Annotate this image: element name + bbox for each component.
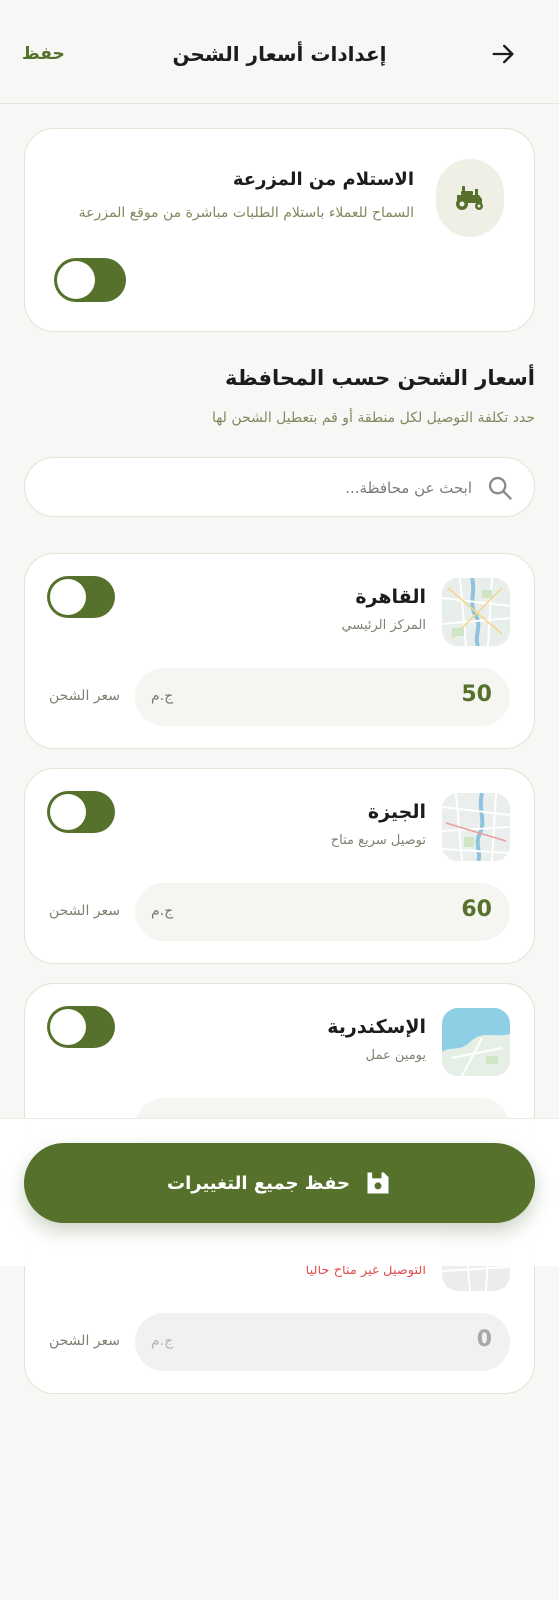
governorate-card-giza: الجيزة توصيل سريع متاح 60 ج.م سعر الشحن <box>24 768 535 964</box>
governorate-card-cairo: القاهرة المركز الرئيسي 50 ج.م سعر الشحن <box>24 553 535 749</box>
search-icon <box>488 476 512 500</box>
map-image <box>442 793 510 861</box>
farm-pickup-description: السماح للعملاء باستلام الطلبات مباشرة من… <box>78 205 414 221</box>
map-thumbnail <box>442 1008 510 1076</box>
farm-pickup-toggle[interactable] <box>54 258 126 302</box>
governorate-subtitle: المركز الرئيسي <box>341 618 426 633</box>
save-button[interactable]: حفظ <box>22 44 65 64</box>
map-image <box>442 1008 510 1076</box>
save-all-label: حفظ جميع التغييرات <box>167 1172 351 1194</box>
map-image <box>442 578 510 646</box>
bottom-action-bar: حفظ جميع التغييرات <box>0 1118 559 1266</box>
tractor-icon <box>456 186 483 210</box>
price-label: سعر الشحن <box>49 903 120 919</box>
currency-label: ج.م <box>151 1333 174 1349</box>
price-input[interactable]: 60 ج.م <box>135 883 510 941</box>
map-thumbnail <box>442 578 510 646</box>
currency-label: ج.م <box>151 903 174 919</box>
governorate-subtitle: توصيل سريع متاح <box>330 833 426 848</box>
price-label: سعر الشحن <box>49 1333 120 1349</box>
price-value: 50 <box>461 682 492 707</box>
governorate-name: الإسكندرية <box>327 1016 426 1038</box>
governorate-name: الجيزة <box>367 801 426 823</box>
toggle-knob <box>50 794 86 830</box>
toggle-knob <box>50 1009 86 1045</box>
price-value: 0 <box>476 1327 492 1352</box>
search-bar <box>24 457 535 517</box>
toggle-knob <box>57 261 95 299</box>
price-value: 60 <box>461 897 492 922</box>
app-header: إعدادات أسعار الشحن حفظ <box>0 0 559 104</box>
price-label: سعر الشحن <box>49 688 120 704</box>
governorate-subtitle: يومين عمل <box>365 1048 426 1063</box>
section-title: أسعار الشحن حسب المحافظة <box>225 366 535 390</box>
price-input[interactable]: 0 ج.م <box>135 1313 510 1371</box>
tractor-icon-container <box>436 159 504 237</box>
page-title: إعدادات أسعار الشحن <box>172 42 387 66</box>
governorate-toggle[interactable] <box>47 576 115 618</box>
section-description: حدد تكلفة التوصيل لكل منطقة أو قم بتعطيل… <box>211 410 535 426</box>
map-thumbnail <box>442 793 510 861</box>
toggle-knob <box>50 579 86 615</box>
currency-label: ج.م <box>151 688 174 704</box>
floppy-disk-icon <box>367 1172 389 1194</box>
governorate-toggle[interactable] <box>47 791 115 833</box>
price-input[interactable]: 50 ج.م <box>135 668 510 726</box>
search-input[interactable] <box>72 472 472 504</box>
save-all-button[interactable]: حفظ جميع التغييرات <box>24 1143 535 1223</box>
shipping-settings-page: إعدادات أسعار الشحن حفظ الاستلام من المز… <box>0 0 559 1600</box>
farm-pickup-title: الاستلام من المزرعة <box>232 169 414 190</box>
governorate-name: القاهرة <box>355 586 426 608</box>
farm-pickup-card: الاستلام من المزرعة السماح للعملاء باستل… <box>24 128 535 332</box>
governorate-toggle[interactable] <box>47 1006 115 1048</box>
